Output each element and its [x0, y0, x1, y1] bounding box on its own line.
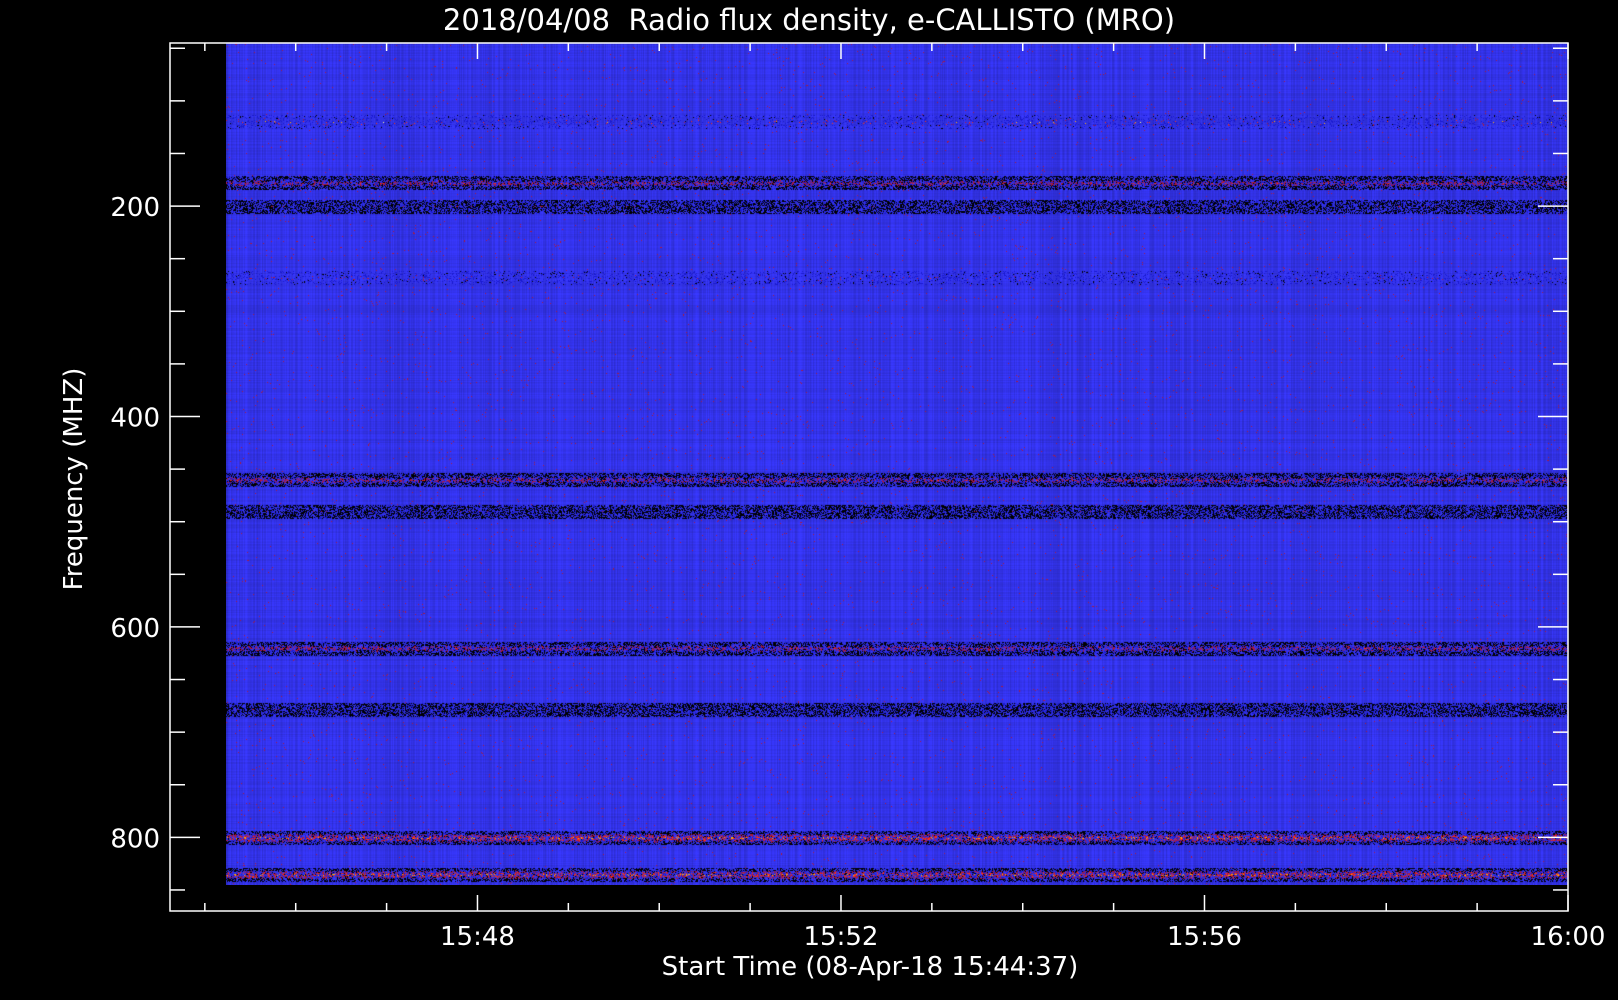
spectrogram-chart: 2018/04/08 Radio flux density, e-CALLIST…	[59, 3, 1606, 982]
x-tick-label: 16:00	[1531, 922, 1606, 952]
x-tick-label: 15:52	[804, 922, 879, 952]
y-tick-label: 400	[110, 404, 160, 434]
y-tick-label: 800	[110, 824, 160, 854]
x-tick-label: 15:56	[1167, 922, 1242, 952]
y-tick-label: 200	[110, 193, 160, 223]
x-tick-label: 15:48	[440, 922, 515, 952]
y-tick-label: 600	[110, 614, 160, 644]
x-axis-label: Start Time (08-Apr-18 15:44:37)	[662, 952, 1079, 982]
y-axis-label: Frequency (MHZ)	[59, 368, 89, 591]
chart-title: 2018/04/08 Radio flux density, e-CALLIST…	[443, 3, 1175, 37]
spectrogram-image	[226, 43, 1569, 885]
